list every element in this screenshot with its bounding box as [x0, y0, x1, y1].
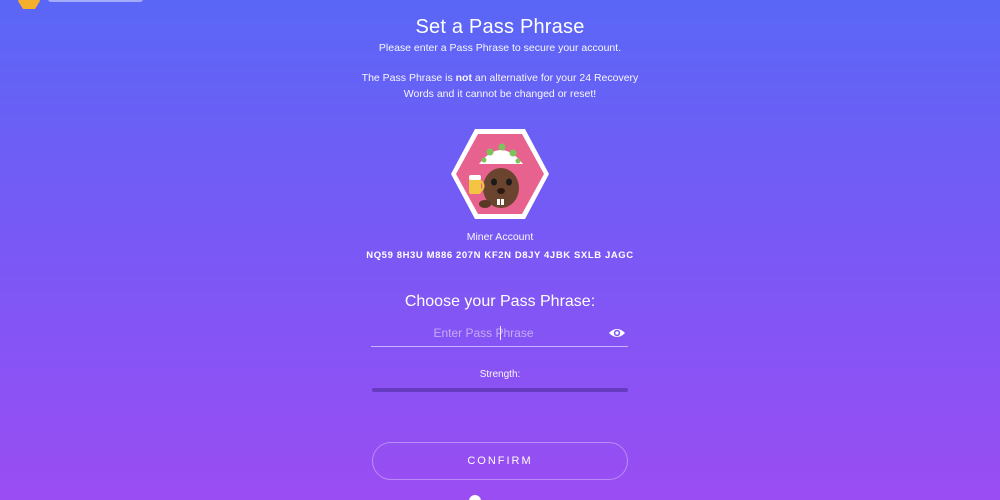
passphrase-warning: The Pass Phrase is not an alternative fo… — [350, 70, 650, 102]
warning-text-start: The Pass Phrase is — [361, 72, 456, 84]
passphrase-field — [371, 322, 628, 347]
passphrase-input[interactable] — [371, 322, 596, 344]
confirm-button[interactable]: CONFIRM — [372, 442, 628, 480]
page-subtitle: Please enter a Pass Phrase to secure you… — [378, 42, 622, 54]
strength-label: Strength: — [479, 369, 521, 380]
account-label: Miner Account — [466, 231, 534, 243]
page-title: Set a Pass Phrase — [415, 16, 585, 38]
nimiq-logo-icon — [18, 0, 40, 9]
warning-emphasis: not — [455, 72, 472, 84]
strength-meter — [372, 388, 628, 392]
brand-name — [48, 0, 143, 2]
text-cursor — [500, 326, 501, 340]
miner-account-avatar-icon — [451, 129, 549, 219]
page-indicator-dot[interactable] — [469, 495, 481, 500]
account-address: NQ59 8H3U M886 207N KF2N D8JY 4JBK SXLB … — [366, 250, 634, 261]
eye-icon[interactable] — [608, 326, 626, 340]
passphrase-label: Choose your Pass Phrase: — [404, 293, 596, 310]
